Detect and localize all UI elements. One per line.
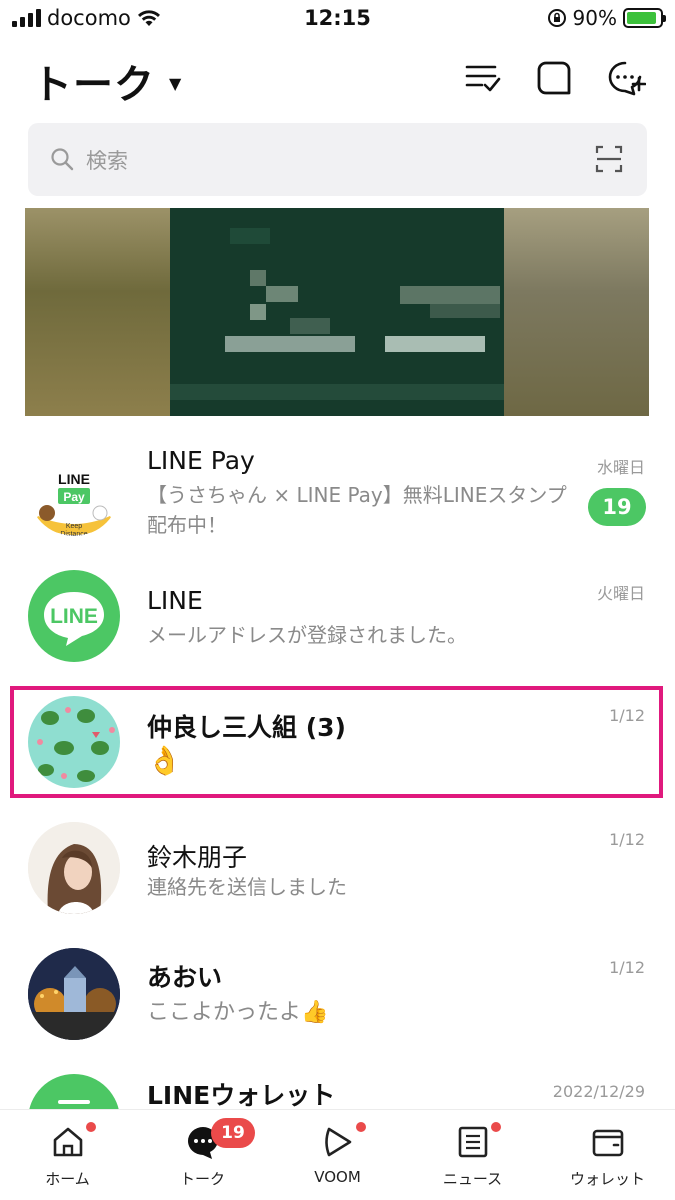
battery-icon [623,8,666,28]
chat-date: 1/12 [609,958,645,977]
unread-badge: 19 [588,488,646,526]
chat-item-suzuki[interactable]: 鈴木朋子 連絡先を送信しました 1/12 [0,810,675,930]
notification-dot [356,1122,366,1132]
chat-preview: メールアドレスが登録されました。 [147,623,467,647]
orientation-lock-icon [547,9,566,27]
wallet-icon [592,1129,623,1157]
avatar: LINE [28,570,120,662]
header: トーク ▼ [0,46,675,108]
status-bar: docomo 12:15 90% [0,0,675,38]
tab-news[interactable]: ニュース [405,1110,540,1200]
search-icon [51,148,74,171]
notification-dot [86,1122,96,1132]
line-logo: LINE [44,592,104,646]
sort-list-icon[interactable] [462,58,502,98]
tab-label: トーク [179,1170,225,1188]
banner-left-panel [25,208,170,416]
avatar [28,822,120,914]
line-pay-logo: LINE Pay Keep Distance [34,471,114,536]
chat-preview: ここよかったよ👍 [147,1000,329,1025]
banner-right-panel [504,208,649,416]
tab-label: VOOM [314,1168,361,1186]
avatar: LINE Pay Keep Distance [28,444,120,536]
qr-scan-icon[interactable] [595,145,623,173]
chat-name: LINEウォレット [147,1081,336,1110]
svg-text:LINE: LINE [58,471,90,487]
battery-percent: 90% [572,6,617,30]
wallet-logo-mark [58,1100,90,1104]
unread-count-badge: 19 [211,1118,255,1148]
news-icon [458,1126,487,1158]
svg-text:Pay: Pay [63,490,85,504]
chat-preview: 連絡先を送信しました [147,875,347,899]
chat-preview: 【うさちゃん × LINE Pay】無料LINEスタンプ配布中！ [147,483,567,537]
tab-label: ウォレット [569,1170,645,1188]
svg-text:Distance: Distance [60,531,87,536]
search-placeholder: 検索 [86,149,128,173]
chat-item-line-pay[interactable]: LINE Pay Keep Distance LINE Pay 【うさちゃん ×… [0,430,675,550]
chat-item-aoi[interactable]: あおい ここよかったよ👍 1/12 [0,940,675,1060]
chat-name: LINE Pay [147,446,255,475]
tab-wallet[interactable]: ウォレット [540,1110,675,1200]
tab-voom[interactable]: VOOM [270,1110,405,1200]
svg-text:LINE: LINE [50,605,98,628]
search-bar[interactable]: 検索 [28,123,647,196]
night-castle-photo [28,948,120,1040]
chat-item-line[interactable]: LINE LINE メールアドレスが登録されました。 火曜日 [0,560,675,680]
page-title-dropdown[interactable]: トーク ▼ [32,52,182,110]
openchat-icon[interactable] [534,58,574,98]
voom-play-icon [324,1127,351,1157]
chat-date: 2022/12/29 [552,1082,645,1101]
avatar [28,948,120,1040]
bottom-tab-bar: ホーム 19 トーク VOOM ニュース ウォレット [0,1110,675,1200]
chat-item-line-wallet[interactable]: LINEウォレット 2022/12/29 [0,1066,675,1110]
tab-home[interactable]: ホーム [0,1110,135,1200]
person-photo [28,822,120,914]
chat-date: 1/12 [609,830,645,849]
svg-text:Keep: Keep [66,523,82,530]
status-right: 90% [547,6,666,30]
banner-center-panel [170,208,504,416]
tab-label: ホーム [45,1170,90,1188]
tab-talk[interactable]: 19 トーク [135,1110,270,1200]
chat-name: あおい [147,963,223,992]
chat-date: 水曜日 [596,458,645,477]
home-icon [53,1127,82,1157]
notification-dot [491,1122,501,1132]
chat-name: LINE [147,586,203,615]
tab-label: ニュース [442,1170,503,1188]
highlight-box [10,686,663,798]
chat-name: 鈴木朋子 [147,843,248,872]
chat-date: 火曜日 [596,584,645,603]
ad-banner[interactable] [25,208,649,416]
avatar [28,1074,120,1110]
new-chat-icon[interactable] [606,58,646,98]
caret-down-icon: ▼ [169,73,183,93]
page-title: トーク [32,62,155,108]
